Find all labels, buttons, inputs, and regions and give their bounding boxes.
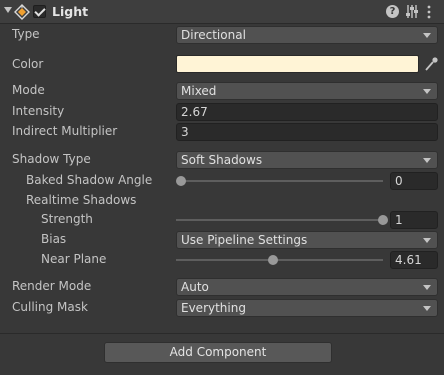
footer-divider — [0, 333, 444, 334]
shadow-type-dropdown[interactable]: Soft Shadows — [176, 151, 438, 169]
near-plane-row: Near Plane 4.61 — [0, 250, 444, 270]
chevron-down-icon — [423, 238, 431, 243]
chevron-down-icon — [423, 33, 431, 38]
chevron-down-icon — [423, 306, 431, 311]
render-mode-value: Auto — [181, 280, 209, 294]
near-plane-slider-knob[interactable] — [268, 255, 279, 265]
type-row: Type Directional — [0, 25, 444, 45]
strength-slider-knob[interactable] — [378, 215, 388, 225]
help-icon[interactable]: ? — [386, 5, 399, 18]
indirect-multiplier-input[interactable]: 3 — [176, 123, 438, 141]
type-label: Type — [12, 27, 40, 41]
directional-light-icon — [14, 4, 30, 20]
culling-mask-value: Everything — [181, 301, 246, 315]
bias-row: Bias Use Pipeline Settings — [0, 230, 444, 250]
near-plane-slider-track[interactable] — [176, 259, 383, 261]
mode-dropdown[interactable]: Mixed — [176, 82, 438, 100]
strength-input[interactable]: 1 — [390, 211, 438, 229]
indirect-multiplier-label: Indirect Multiplier — [12, 124, 118, 138]
baked-shadow-angle-slider-track[interactable] — [181, 180, 383, 182]
bias-value: Use Pipeline Settings — [181, 233, 308, 247]
foldout-arrow-icon[interactable] — [4, 7, 12, 13]
enabled-checkbox[interactable] — [33, 5, 46, 18]
eyedropper-icon[interactable] — [424, 56, 438, 72]
chevron-down-icon — [423, 285, 431, 290]
intensity-input[interactable]: 2.67 — [176, 103, 438, 121]
color-swatch[interactable] — [176, 55, 419, 73]
render-mode-label: Render Mode — [12, 279, 92, 293]
baked-shadow-angle-slider-knob[interactable] — [176, 176, 186, 186]
baked-shadow-angle-label: Baked Shadow Angle — [26, 173, 153, 187]
chevron-down-icon — [423, 158, 431, 163]
culling-mask-dropdown[interactable]: Everything — [176, 299, 438, 317]
realtime-shadows-label: Realtime Shadows — [26, 193, 137, 207]
chevron-down-icon — [423, 89, 431, 94]
near-plane-label: Near Plane — [41, 252, 107, 266]
render-mode-row: Render Mode Auto — [0, 277, 444, 297]
component-header: Light ? — [0, 0, 444, 24]
context-menu-icon[interactable] — [426, 4, 432, 20]
near-plane-input[interactable]: 4.61 — [390, 251, 438, 269]
shadow-type-row: Shadow Type Soft Shadows — [0, 150, 444, 170]
strength-row: Strength 1 — [0, 210, 444, 230]
intensity-row: Intensity 2.67 — [0, 102, 444, 122]
mode-row: Mode Mixed — [0, 81, 444, 101]
presets-icon[interactable] — [405, 4, 419, 19]
culling-mask-label: Culling Mask — [12, 300, 88, 314]
type-dropdown[interactable]: Directional — [176, 26, 438, 44]
strength-slider-track[interactable] — [176, 219, 383, 221]
mode-value: Mixed — [181, 84, 217, 98]
baked-shadow-angle-input[interactable]: 0 — [390, 172, 438, 190]
mode-label: Mode — [12, 83, 45, 97]
shadow-type-value: Soft Shadows — [181, 153, 263, 167]
bias-label: Bias — [41, 232, 67, 246]
baked-shadow-angle-row: Baked Shadow Angle 0 — [0, 171, 444, 191]
realtime-shadows-row: Realtime Shadows — [0, 191, 444, 211]
intensity-label: Intensity — [12, 104, 65, 118]
strength-label: Strength — [41, 212, 93, 226]
render-mode-dropdown[interactable]: Auto — [176, 278, 438, 296]
shadow-type-label: Shadow Type — [12, 152, 91, 166]
add-component-button[interactable]: Add Component — [104, 342, 332, 363]
bias-dropdown[interactable]: Use Pipeline Settings — [176, 231, 438, 249]
culling-mask-row: Culling Mask Everything — [0, 298, 444, 318]
component-title: Light — [52, 4, 89, 19]
type-value: Directional — [181, 28, 246, 42]
color-label: Color — [12, 57, 44, 71]
indirect-multiplier-row: Indirect Multiplier 3 — [0, 122, 444, 142]
